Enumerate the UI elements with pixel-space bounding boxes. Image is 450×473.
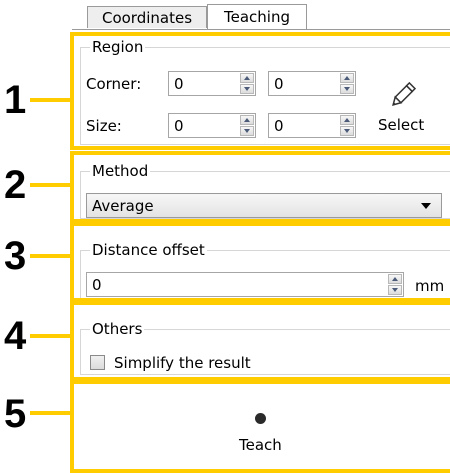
annotation-frame-3: [70, 222, 450, 302]
annotation-frame-5: [70, 380, 450, 473]
annotation-number-5: 5: [4, 392, 27, 436]
tab-strip-line: [72, 29, 450, 30]
annotation-frame-2: [70, 151, 450, 223]
annotation-leader-5: [30, 411, 70, 415]
tab-coordinates[interactable]: Coordinates: [87, 6, 207, 28]
annotation-number-4: 4: [4, 314, 27, 358]
tab-coordinates-label: Coordinates: [101, 9, 193, 27]
tab-teaching-label: Teaching: [224, 8, 290, 26]
annotation-number-3: 3: [4, 234, 27, 278]
annotation-leader-4: [30, 334, 70, 338]
tab-teaching[interactable]: Teaching: [207, 4, 307, 30]
annotation-frame-1: [70, 32, 450, 150]
annotation-leader-2: [30, 183, 70, 187]
annotation-number-2: 2: [4, 163, 27, 207]
annotation-number-1: 1: [4, 78, 27, 122]
annotation-leader-3: [30, 254, 70, 258]
annotation-frame-4: [70, 301, 450, 381]
annotation-leader-1: [30, 98, 70, 102]
